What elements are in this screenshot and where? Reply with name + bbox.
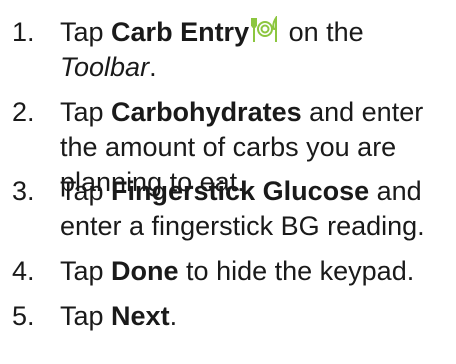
step-text-lead: Tap <box>60 301 112 331</box>
step-text-line: enter a fingerstick BG reading. <box>60 211 425 241</box>
step-text-lead: Tap <box>60 17 112 47</box>
step-text-line: the amount of carbs you are <box>60 132 397 162</box>
step-text: Tap Next. <box>60 299 177 334</box>
next-label: Next <box>111 301 170 331</box>
step-text-tail: to hide the keypad. <box>178 256 415 286</box>
toolbar-label: Toolbar <box>60 52 150 82</box>
step-text-lead: Tap <box>60 176 112 206</box>
done-label: Done <box>111 256 179 286</box>
step-text: Tap Carb Entry on the Toolbar. <box>60 15 364 85</box>
step-number: 4. <box>12 256 35 286</box>
step-text-end: . <box>149 52 157 82</box>
step-text: Tap Fingerstick Glucose and enter a fing… <box>60 174 425 244</box>
step-text-tail: . <box>169 301 178 331</box>
step-text-tail: and enter <box>301 97 424 127</box>
step-number: 2. <box>12 97 35 127</box>
step-text-lead: Tap <box>60 256 112 286</box>
step-text-lead: Tap <box>60 97 112 127</box>
step-number: 1. <box>12 17 35 47</box>
step-number: 5. <box>12 301 35 331</box>
step-text: Tap Done to hide the keypad. <box>60 254 414 289</box>
carbohydrates-label: Carbohydrates <box>111 97 302 127</box>
step-number: 3. <box>12 176 35 206</box>
carb-entry-label: Carb Entry <box>111 17 250 47</box>
step-text-tail: on the <box>281 17 364 47</box>
fingerstick-glucose-label: Fingerstick Glucose <box>111 176 370 206</box>
step-text-tail: and <box>369 176 422 206</box>
fork-plate-knife-icon <box>251 16 278 42</box>
